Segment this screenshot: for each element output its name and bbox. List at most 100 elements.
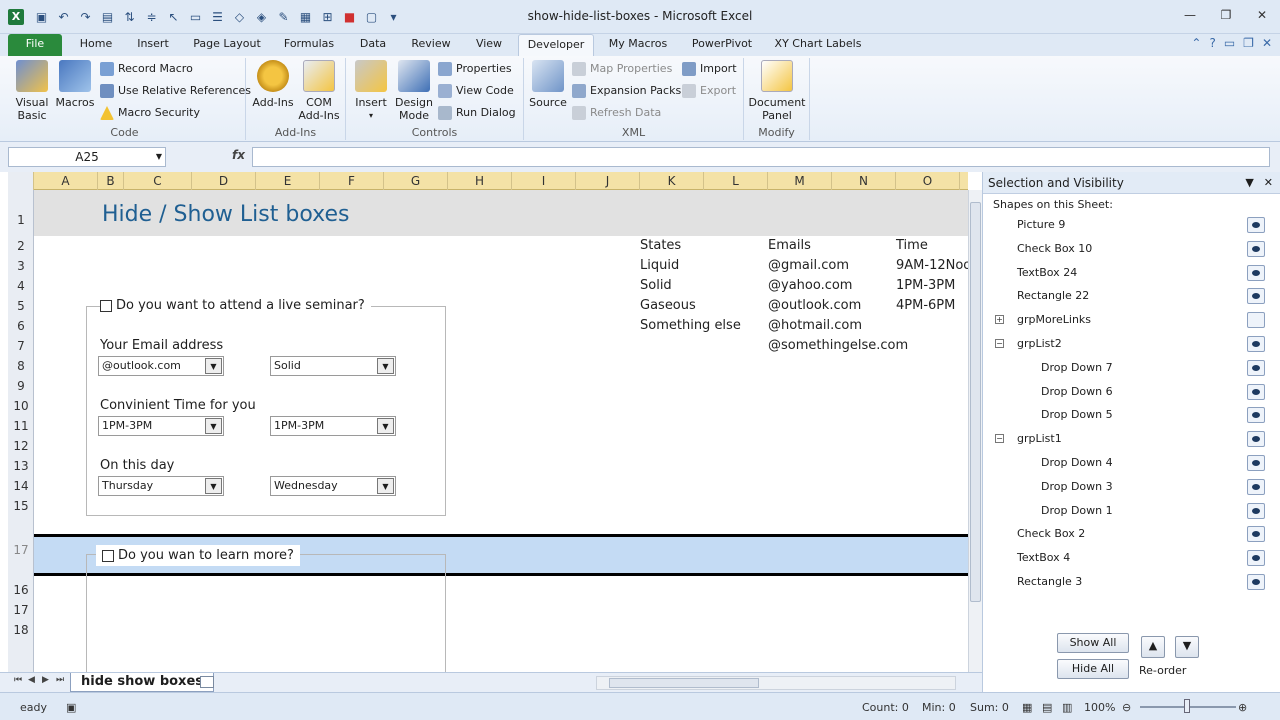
tab-review[interactable]: Review (404, 34, 458, 56)
row-header[interactable]: 8 (8, 356, 34, 376)
row-header[interactable]: 12 (8, 436, 34, 456)
tab-my-macros[interactable]: My Macros (602, 34, 674, 56)
visibility-eye-icon[interactable] (1247, 431, 1265, 448)
row-header[interactable]: 9 (8, 376, 34, 396)
column-header[interactable]: B (98, 172, 124, 190)
chevron-down-icon[interactable]: ▼ (377, 418, 394, 434)
visibility-eye-icon[interactable] (1247, 478, 1265, 495)
chevron-down-icon[interactable]: ▼ (156, 148, 162, 166)
tab-xy-chart-labels[interactable]: XY Chart Labels (770, 34, 866, 56)
emails-header[interactable]: Emails (768, 238, 811, 253)
last-sheet-icon[interactable]: ⏭ (56, 675, 64, 685)
state-dropdown[interactable]: Solid ▼ (270, 356, 396, 376)
addins-button[interactable]: Add-Ins (250, 60, 296, 109)
record-macro-button[interactable]: Record Macro (100, 60, 193, 78)
workbook-restore-icon[interactable]: ❐ (1243, 36, 1254, 50)
zoom-in-icon[interactable]: ⊕ (1238, 701, 1247, 714)
visibility-eye-icon[interactable] (1247, 240, 1265, 257)
tab-page-layout[interactable]: Page Layout (186, 34, 268, 56)
collapse-icon[interactable]: − (995, 339, 1004, 348)
normal-view-icon[interactable]: ▦ (1022, 701, 1032, 714)
row-header[interactable]: 14 (8, 476, 34, 496)
learn-more-checkbox[interactable]: Do you wan to learn more? (96, 545, 300, 566)
map-properties-button[interactable]: Map Properties (572, 60, 672, 78)
column-header[interactable]: K (640, 172, 704, 190)
visibility-eye-icon[interactable] (1247, 288, 1265, 305)
column-header[interactable]: D (192, 172, 256, 190)
expand-icon[interactable]: + (995, 315, 1004, 325)
shape-item[interactable]: TextBox 24 (991, 262, 1273, 284)
scroll-thumb[interactable] (970, 202, 981, 602)
tab-formulas[interactable]: Formulas (276, 34, 342, 56)
visibility-eye-icon[interactable] (1247, 550, 1265, 567)
export-button[interactable]: Export (682, 82, 736, 100)
visibility-eye-icon[interactable] (1247, 407, 1265, 424)
day-dropdown-2[interactable]: Wednesday ▼ (270, 476, 396, 496)
formula-input[interactable] (252, 147, 1270, 167)
insert-function-icon[interactable]: fx (232, 148, 245, 162)
tab-insert[interactable]: Insert (128, 34, 178, 56)
visibility-eye-icon[interactable] (1247, 502, 1265, 519)
state-cell[interactable]: Gaseous (640, 298, 696, 313)
row-header[interactable]: 11 (8, 416, 34, 436)
visual-basic-button[interactable]: Visual Basic (10, 60, 54, 122)
column-header[interactable]: C (124, 172, 192, 190)
row-header[interactable]: 18 (8, 620, 34, 640)
row-header[interactable]: 13 (8, 456, 34, 476)
visibility-eye-icon[interactable] (1247, 574, 1265, 590)
prev-sheet-icon[interactable]: ◀ (28, 675, 35, 685)
column-header[interactable]: N (832, 172, 896, 190)
document-panel-button[interactable]: Document Panel (748, 60, 806, 122)
email-dropdown[interactable]: @outlook.com ▼ (98, 356, 224, 376)
macro-security-button[interactable]: Macro Security (100, 104, 200, 122)
time-header[interactable]: Time (896, 238, 928, 253)
shape-item[interactable]: − grpList1 (991, 428, 1273, 450)
visibility-eye-icon[interactable] (1247, 383, 1265, 400)
shape-item[interactable]: + grpMoreLinks (991, 309, 1273, 331)
column-header[interactable]: G (384, 172, 448, 190)
shape-item[interactable]: Drop Down 4 (991, 452, 1273, 474)
column-header[interactable]: A (34, 172, 98, 190)
email-cell[interactable]: @somethingelse.com (768, 338, 908, 353)
shape-item[interactable]: Rectangle 22 (991, 285, 1273, 307)
run-dialog-button[interactable]: Run Dialog (438, 104, 516, 122)
time-cell[interactable]: 1PM-3PM (896, 278, 955, 293)
shape-item[interactable]: Drop Down 3 (991, 476, 1273, 498)
design-mode-button[interactable]: Design Mode (392, 60, 436, 122)
page-break-view-icon[interactable]: ▥ (1062, 701, 1072, 714)
row-header[interactable]: 16 (8, 580, 34, 600)
tab-data[interactable]: Data (350, 34, 396, 56)
states-header[interactable]: States (640, 238, 681, 253)
shape-item[interactable]: Check Box 2 (991, 523, 1273, 545)
visibility-eye-icon[interactable] (1247, 455, 1265, 471)
vertical-scrollbar[interactable] (968, 190, 982, 672)
visibility-eye-icon[interactable] (1247, 264, 1265, 281)
column-header[interactable]: I (512, 172, 576, 190)
chevron-down-icon[interactable]: ▼ (377, 478, 394, 494)
move-down-icon[interactable]: ▼ (1175, 636, 1199, 658)
shape-item[interactable]: Picture 9 (991, 214, 1273, 236)
insert-control-button[interactable]: Insert ▾ (350, 60, 392, 122)
name-box[interactable]: A25 ▼ (8, 147, 166, 167)
tab-file[interactable]: File (8, 34, 62, 56)
shape-item[interactable]: TextBox 4 (991, 547, 1273, 569)
hide-all-button[interactable]: Hide All (1057, 659, 1129, 679)
shape-item[interactable]: Drop Down 5 (991, 404, 1273, 426)
shape-item[interactable]: Drop Down 1 (991, 500, 1273, 522)
row-header[interactable]: 7 (8, 336, 34, 356)
email-cell[interactable]: @gmail.com (768, 258, 849, 273)
macros-button[interactable]: Macros (54, 60, 96, 109)
chevron-down-icon[interactable]: ▼ (205, 418, 222, 434)
pane-close-icon[interactable]: ✕ (1264, 172, 1273, 194)
visibility-eye-icon[interactable] (1247, 336, 1265, 352)
shape-item[interactable]: Drop Down 7 (991, 357, 1273, 379)
macro-record-icon[interactable]: ▣ (66, 701, 76, 714)
chevron-down-icon[interactable]: ▼ (205, 478, 222, 494)
tab-view[interactable]: View (466, 34, 512, 56)
chevron-down-icon[interactable]: ▼ (205, 358, 222, 374)
seminar-checkbox[interactable]: Do you want to attend a live seminar? (100, 298, 371, 313)
time-cell[interactable]: 9AM-12Noo (896, 258, 968, 273)
move-up-icon[interactable]: ▲ (1141, 636, 1165, 658)
close-icon[interactable]: ✕ (1252, 8, 1272, 22)
row-header[interactable]: 15 (8, 496, 34, 516)
